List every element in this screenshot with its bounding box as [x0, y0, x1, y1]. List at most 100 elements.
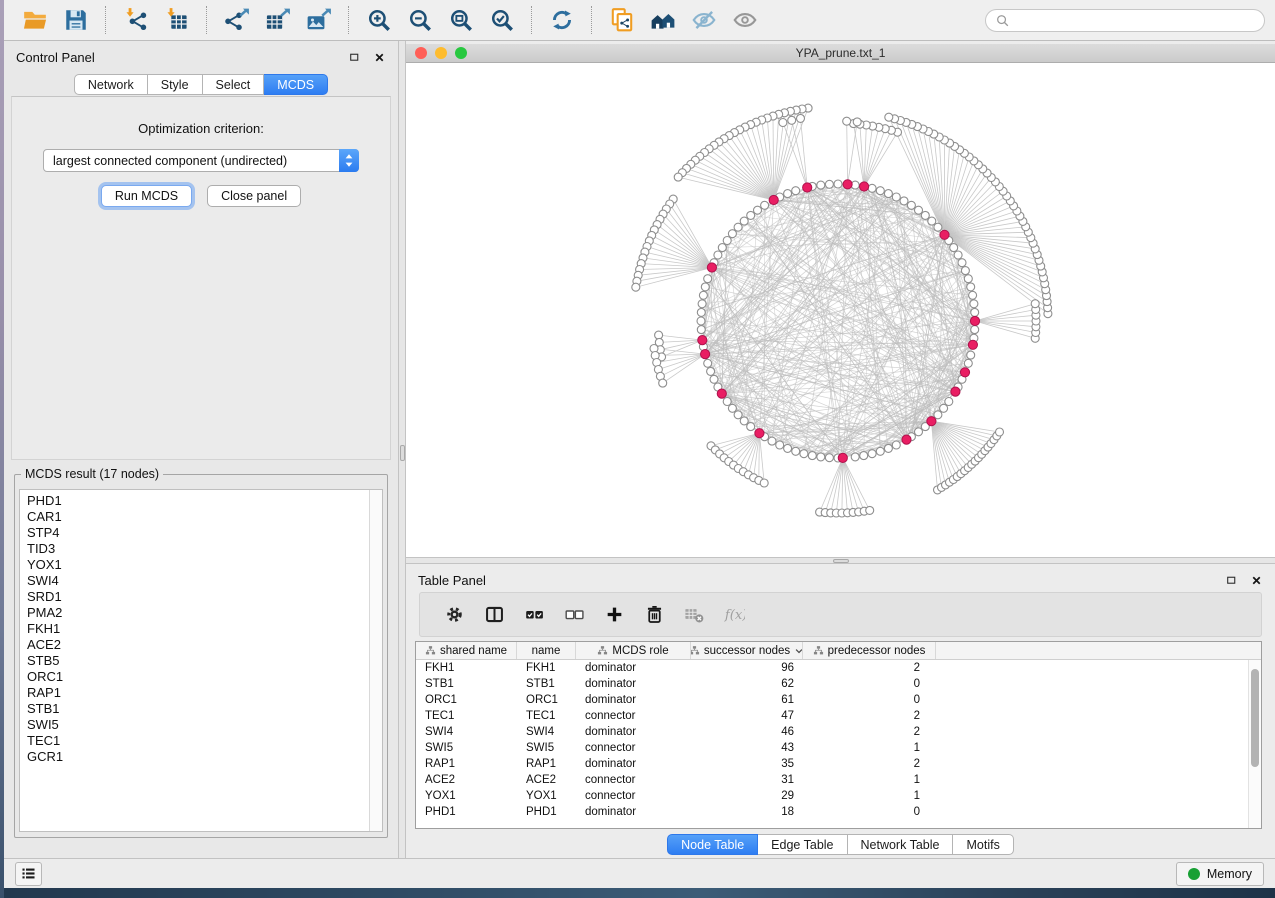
table-cell[interactable]: dominator [576, 726, 691, 738]
table-row[interactable]: YOX1YOX1connector291 [416, 788, 1248, 804]
export-image-button[interactable] [298, 3, 339, 37]
table-row[interactable]: PHD1PHD1dominator180 [416, 804, 1248, 820]
trash-button[interactable] [634, 597, 674, 633]
export-network-button[interactable] [216, 3, 257, 37]
table-cell[interactable]: SWI5 [517, 742, 576, 754]
table-row[interactable]: SWI4SWI4dominator462 [416, 724, 1248, 740]
tab-edge-table[interactable]: Edge Table [758, 834, 847, 855]
search-box[interactable] [985, 9, 1265, 32]
export-table-button[interactable] [257, 3, 298, 37]
horizontal-splitter[interactable] [406, 557, 1275, 564]
table-cell[interactable]: YOX1 [416, 790, 517, 802]
mcds-list-scrollbar[interactable] [369, 490, 382, 831]
mcds-node-item[interactable]: ACE2 [27, 637, 369, 653]
table-cell[interactable]: FKH1 [517, 662, 576, 674]
table-cell[interactable]: 43 [691, 742, 803, 754]
table-cell[interactable]: 2 [803, 726, 936, 738]
tab-mcds[interactable]: MCDS [264, 74, 328, 95]
table-cell[interactable]: STB1 [416, 678, 517, 690]
run-mcds-button[interactable]: Run MCDS [101, 185, 192, 207]
table-cell[interactable]: 1 [803, 774, 936, 786]
table-cell[interactable]: 2 [803, 710, 936, 722]
table-cell[interactable]: 96 [691, 662, 803, 674]
table-cell[interactable]: connector [576, 790, 691, 802]
splitter-grip[interactable] [400, 445, 405, 461]
show-all-button[interactable] [724, 3, 765, 37]
table-cell[interactable]: dominator [576, 694, 691, 706]
network-canvas[interactable] [406, 63, 1275, 557]
table-cell[interactable]: 35 [691, 758, 803, 770]
table-cell[interactable]: dominator [576, 662, 691, 674]
table-cell[interactable]: 2 [803, 662, 936, 674]
table-cell[interactable]: 2 [803, 758, 936, 770]
tab-network-table[interactable]: Network Table [848, 834, 954, 855]
mcds-node-item[interactable]: ORC1 [27, 669, 369, 685]
columns-button[interactable] [474, 597, 514, 633]
table-cell[interactable]: SWI4 [517, 726, 576, 738]
search-input[interactable] [1015, 12, 1255, 28]
refresh-button[interactable] [541, 3, 582, 37]
splitter-grip[interactable] [833, 559, 849, 563]
hide-selected-button[interactable] [683, 3, 724, 37]
tab-select[interactable]: Select [203, 74, 265, 95]
mcds-node-item[interactable]: CAR1 [27, 509, 369, 525]
column-header-shared-name[interactable]: shared name [416, 642, 517, 659]
gear-button[interactable] [434, 597, 474, 633]
float-panel-button[interactable] [347, 51, 361, 65]
mcds-node-item[interactable]: STP4 [27, 525, 369, 541]
column-header-name[interactable]: name [517, 642, 576, 659]
network-graph[interactable] [406, 63, 1275, 557]
memory-button[interactable]: Memory [1176, 862, 1264, 886]
table-row[interactable]: ACE2ACE2connector311 [416, 772, 1248, 788]
table-row[interactable]: RAP1RAP1dominator352 [416, 756, 1248, 772]
status-menu-button[interactable] [15, 862, 42, 886]
mcds-node-item[interactable]: RAP1 [27, 685, 369, 701]
table-cell[interactable]: TEC1 [517, 710, 576, 722]
tab-motifs[interactable]: Motifs [953, 834, 1013, 855]
mcds-node-item[interactable]: TEC1 [27, 733, 369, 749]
table-cell[interactable]: YOX1 [517, 790, 576, 802]
table-cell[interactable]: 61 [691, 694, 803, 706]
table-cell[interactable]: 46 [691, 726, 803, 738]
table-cell[interactable]: ACE2 [517, 774, 576, 786]
close-panel-action-button[interactable]: Close panel [207, 185, 301, 207]
deselect-all-button[interactable] [554, 597, 594, 633]
mcds-node-item[interactable]: PHD1 [27, 493, 369, 509]
table-row[interactable]: STB1STB1dominator620 [416, 676, 1248, 692]
save-button[interactable] [55, 3, 96, 37]
scrollbar-thumb[interactable] [1251, 669, 1259, 767]
column-header-predecessor-nodes[interactable]: predecessor nodes [803, 642, 936, 659]
import-table-button[interactable] [156, 3, 197, 37]
zoom-in-button[interactable] [358, 3, 399, 37]
mcds-node-item[interactable]: SRD1 [27, 589, 369, 605]
first-neighbors-button[interactable] [642, 3, 683, 37]
table-cell[interactable]: RAP1 [517, 758, 576, 770]
table-scrollbar[interactable] [1248, 660, 1261, 828]
mcds-node-item[interactable]: SWI4 [27, 573, 369, 589]
table-cell[interactable]: 31 [691, 774, 803, 786]
zoom-out-button[interactable] [399, 3, 440, 37]
zoom-fit-button[interactable] [440, 3, 481, 37]
tab-style[interactable]: Style [148, 74, 203, 95]
open-folder-button[interactable] [14, 3, 55, 37]
table-row[interactable]: TEC1TEC1connector472 [416, 708, 1248, 724]
table-cell[interactable]: RAP1 [416, 758, 517, 770]
mcds-node-item[interactable]: PMA2 [27, 605, 369, 621]
table-row[interactable]: ORC1ORC1dominator610 [416, 692, 1248, 708]
mcds-node-item[interactable]: FKH1 [27, 621, 369, 637]
table-cell[interactable]: dominator [576, 678, 691, 690]
mcds-node-item[interactable]: GCR1 [27, 749, 369, 765]
table-cell[interactable]: 62 [691, 678, 803, 690]
mcds-node-item[interactable]: SWI5 [27, 717, 369, 733]
table-cell[interactable]: connector [576, 774, 691, 786]
vertical-splitter[interactable] [398, 41, 406, 858]
table-cell[interactable]: dominator [576, 758, 691, 770]
float-panel-button[interactable] [1224, 574, 1238, 588]
table-cell[interactable]: FKH1 [416, 662, 517, 674]
table-cell[interactable]: PHD1 [416, 806, 517, 818]
table-cell[interactable]: ACE2 [416, 774, 517, 786]
column-header-successor-nodes[interactable]: successor nodes [691, 642, 803, 659]
mcds-node-item[interactable]: YOX1 [27, 557, 369, 573]
add-row-button[interactable] [594, 597, 634, 633]
table-cell[interactable]: connector [576, 710, 691, 722]
